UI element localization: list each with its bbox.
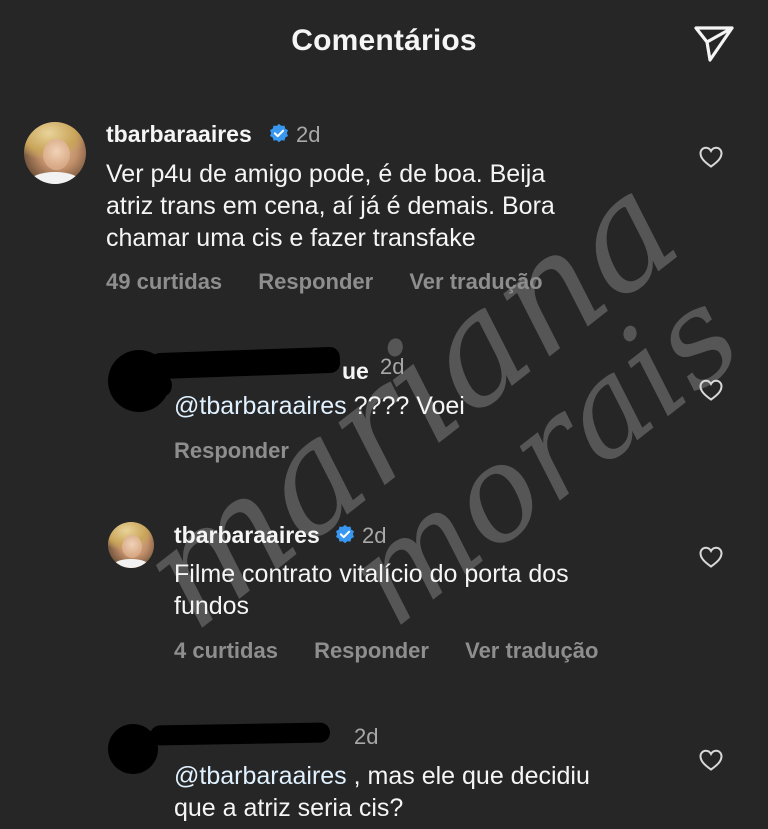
mention-link[interactable]: @tbarbaraaires (174, 392, 347, 420)
verified-badge-icon (270, 123, 288, 143)
comment-actions: 4 curtidas Responder Ver tradução (174, 638, 628, 664)
comment-line: chamar uma cis e fazer transfake (106, 224, 476, 252)
comment-username[interactable]: tbarbaraaires (174, 522, 320, 549)
avatar[interactable] (108, 522, 154, 568)
comment-text: Ver p4u de amigo pode, é de boa. Beija a… (106, 158, 696, 254)
comment-time: 2d (380, 354, 405, 379)
comment-3: tbarbaraaires 2d Filme contrato vitalíci… (0, 490, 768, 690)
comment-username-partial[interactable]: ue (342, 358, 369, 385)
redacted-username (149, 346, 341, 380)
comment-time: 2d (362, 523, 387, 548)
comment-actions: 49 curtidas Responder Ver tradução (106, 269, 573, 295)
avatar[interactable] (24, 122, 86, 184)
reply-button[interactable]: Responder (314, 638, 429, 664)
reply-button[interactable]: Responder (258, 269, 373, 295)
comment-line: fundos (174, 592, 250, 620)
likes-count[interactable]: 4 curtidas (174, 638, 278, 664)
translate-button[interactable]: Ver tradução (465, 638, 598, 664)
heart-icon[interactable] (698, 378, 724, 402)
comment-actions: Responder (174, 438, 319, 464)
likes-count[interactable]: 49 curtidas (106, 269, 222, 295)
comment-1: tbarbaraaires 2d Ver p4u de amigo pode, … (0, 0, 768, 320)
translate-button[interactable]: Ver tradução (409, 269, 542, 295)
comment-text: @tbarbaraaires , mas ele que decidiu que… (174, 760, 694, 824)
comment-text: Filme contrato vitalício do porta dos fu… (174, 558, 694, 622)
redacted-username (149, 722, 331, 746)
reply-button[interactable]: Responder (174, 438, 289, 464)
comment-text: @tbarbaraaires ???? Voei (174, 392, 465, 420)
heart-icon[interactable] (698, 545, 724, 569)
comment-username[interactable]: tbarbaraaires (106, 121, 252, 148)
comment-4: 2d @tbarbaraaires , mas ele que decidiu … (0, 690, 768, 829)
comment-line: atriz trans em cena, aí já é demais. Bor… (106, 192, 555, 220)
comment-time: 2d (354, 724, 379, 749)
heart-icon[interactable] (698, 748, 724, 772)
comment-line: Ver p4u de amigo pode, é de boa. Beija (106, 160, 546, 188)
heart-icon[interactable] (698, 145, 724, 169)
comment-time: 2d (296, 122, 321, 147)
comment-line: Filme contrato vitalício do porta dos (174, 560, 569, 588)
comment-2: ue 2d @tbarbaraaires ???? Voei Responder (0, 320, 768, 490)
comments-screen: Comentários mariana morais tbarbaraaires… (0, 0, 768, 829)
verified-badge-icon (336, 524, 354, 544)
comment-line: que a atriz seria cis? (174, 794, 404, 822)
mention-link[interactable]: @tbarbaraaires (174, 762, 347, 790)
